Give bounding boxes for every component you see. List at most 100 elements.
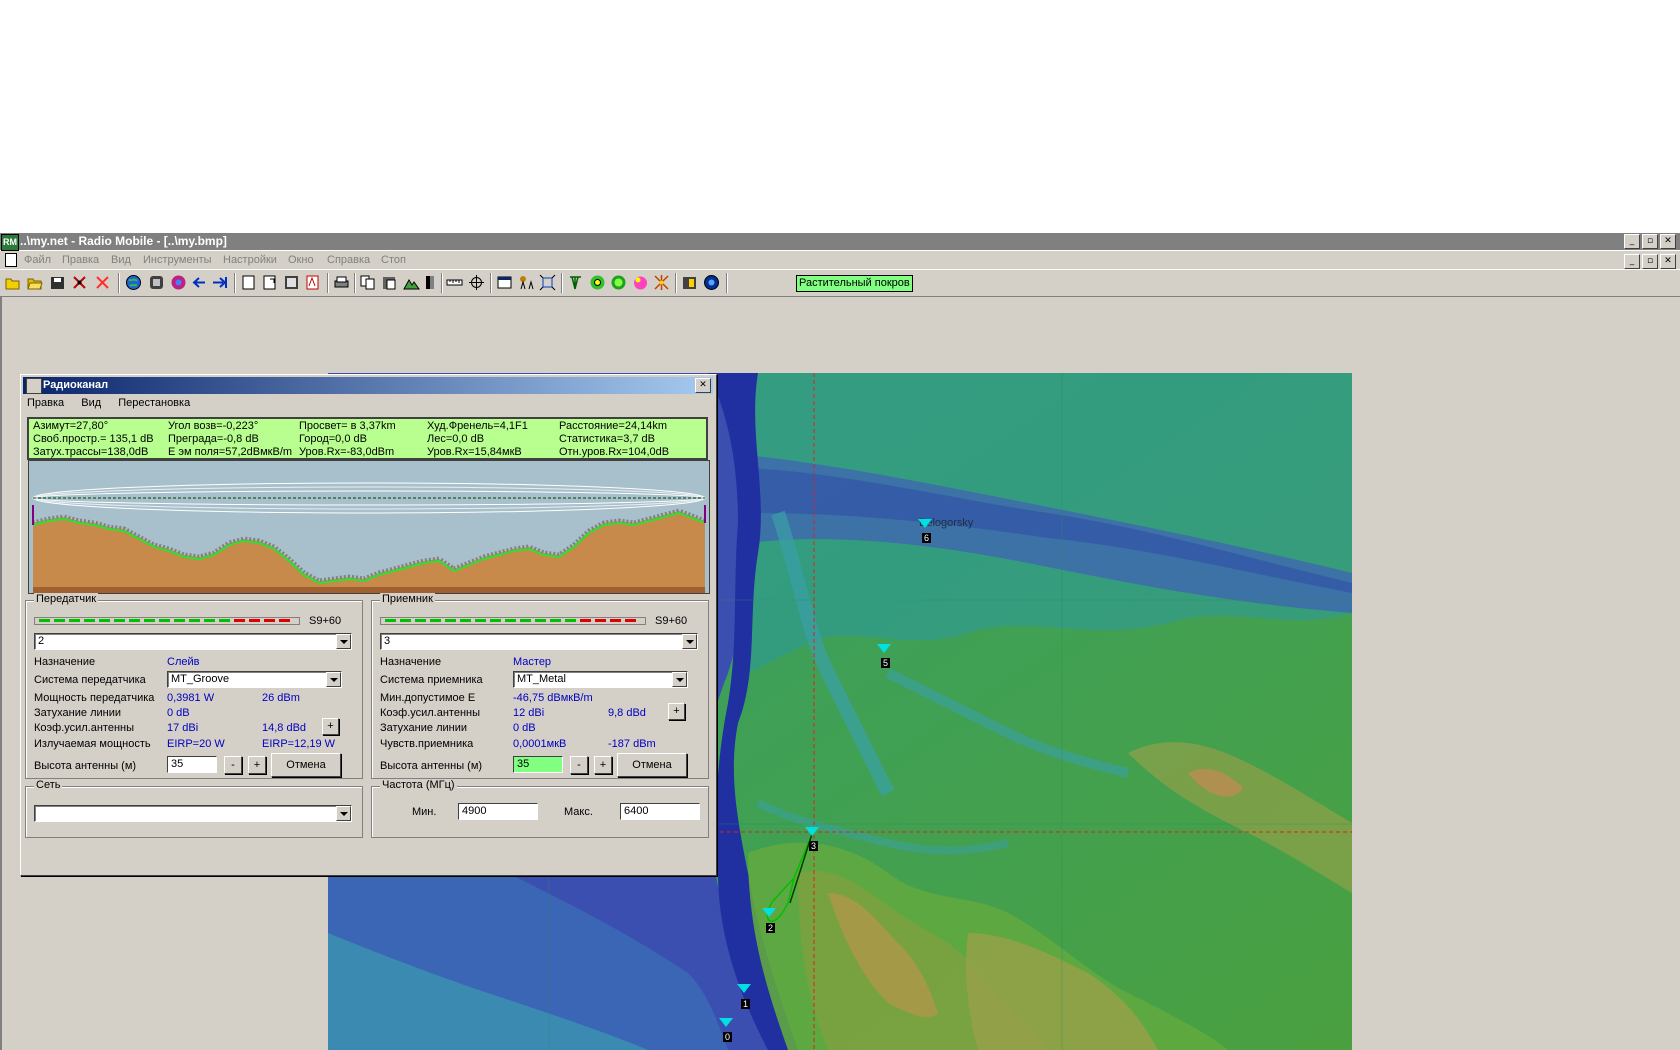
menu-settings[interactable]: Настройки <box>223 254 277 266</box>
rx-height-decrease-button[interactable]: - <box>570 756 588 774</box>
network-delete-icon[interactable] <box>94 274 111 291</box>
arrow-right-icon[interactable] <box>211 274 228 291</box>
unit-1-marker-icon[interactable] <box>737 984 751 993</box>
menu-tools[interactable]: Инструменты <box>143 254 212 266</box>
unit-0-marker-icon[interactable] <box>719 1018 733 1027</box>
rx-role-label: Назначение <box>380 656 442 668</box>
rx-antenna-add-button[interactable]: + <box>668 703 685 720</box>
dialog-menu-bar: Правка Вид Перестановка <box>27 397 204 413</box>
chevron-down-icon[interactable] <box>336 634 351 649</box>
rx-antenna-height-input[interactable]: 35 <box>513 756 563 773</box>
doc-close-icon[interactable]: ✕ <box>1660 254 1676 269</box>
tx-height-increase-button[interactable]: + <box>248 756 266 774</box>
dialog-menu-view[interactable]: Вид <box>81 397 101 409</box>
doc-restore-icon[interactable]: ▫ <box>1642 254 1658 269</box>
tx-antenna-add-button[interactable]: + <box>322 718 339 735</box>
restore-icon[interactable]: ▫ <box>1642 234 1658 249</box>
menu-edit[interactable]: Правка <box>62 254 99 266</box>
tx-role-label: Назначение <box>34 656 96 668</box>
network-select[interactable] <box>34 805 352 822</box>
receiver-group: Приемник S9+60 3 Назначение Мастер Систе… <box>371 593 709 779</box>
terrain-icon[interactable] <box>403 274 420 291</box>
transmitter-unit-select[interactable]: 2 <box>34 633 352 650</box>
menu-help[interactable]: Справка <box>327 254 370 266</box>
dialog-close-icon[interactable]: ✕ <box>695 378 711 393</box>
stat-statistics: Статистика=3,7 dB <box>559 433 655 445</box>
rx-antenna-gain-label: Коэф.усил.антенны <box>380 707 481 719</box>
picture-icon[interactable] <box>283 274 300 291</box>
menu-view[interactable]: Вид <box>111 254 131 266</box>
pdf-icon[interactable] <box>304 274 321 291</box>
radio-mobile-app-icon[interactable]: RM <box>1 234 19 251</box>
rx-height-increase-button[interactable]: + <box>594 756 612 774</box>
polar-coverage-icon[interactable] <box>610 274 627 291</box>
unit-5-marker-icon[interactable] <box>877 644 891 653</box>
vegetation-toggle-button[interactable]: Растительный покров <box>796 275 913 292</box>
receiver-unit-select[interactable]: 3 <box>380 633 698 650</box>
stat-azimuth: Азимут=27,80° <box>33 420 109 432</box>
frequency-min-input[interactable]: 4900 <box>458 803 538 820</box>
window-icon[interactable] <box>496 274 513 291</box>
tx-height-decrease-button[interactable]: - <box>224 756 242 774</box>
network-properties-icon[interactable] <box>71 274 88 291</box>
new-folder-icon[interactable] <box>4 274 21 291</box>
unit-6-marker-icon[interactable] <box>918 519 932 528</box>
rx-line-loss-value: 0 dB <box>513 722 536 734</box>
chevron-down-icon[interactable] <box>336 806 351 821</box>
doc-minimize-icon[interactable]: _ <box>1624 254 1640 269</box>
web-update-icon[interactable] <box>703 274 720 291</box>
grayscale-icon[interactable] <box>423 274 440 291</box>
globe-icon[interactable] <box>125 274 142 291</box>
frequency-max-input[interactable]: 6400 <box>620 803 700 820</box>
tx-system-select[interactable]: MT_Groove <box>167 671 342 688</box>
page-export-icon[interactable] <box>261 274 278 291</box>
rx-system-select[interactable]: MT_Metal <box>513 671 688 688</box>
dialog-menu-swap[interactable]: Перестановка <box>118 397 190 409</box>
close-icon[interactable]: ✕ <box>1660 234 1676 249</box>
transmitter-group-label: Передатчик <box>34 593 99 605</box>
dialog-title-bar[interactable]: Радиоканал ✕ <box>23 377 713 394</box>
chevron-down-icon[interactable] <box>326 672 341 687</box>
window-controls: _ ▫ ✕ <box>1624 234 1676 249</box>
map-overlay-icon[interactable] <box>170 274 187 291</box>
app-title-bar: RM ..\my.net - Radio Mobile - [..\my.bmp… <box>0 233 1680 251</box>
arrow-left-icon[interactable] <box>191 274 208 291</box>
tx-power-watts: 0,3981 W <box>167 692 215 704</box>
crosshair-icon[interactable] <box>468 274 485 291</box>
page-icon[interactable] <box>240 274 257 291</box>
tx-cancel-button[interactable]: Отмена <box>271 753 341 777</box>
terrain-profile[interactable] <box>28 460 710 594</box>
copy-icon[interactable] <box>359 274 376 291</box>
minimize-icon[interactable]: _ <box>1624 234 1640 249</box>
zoom-fit-icon[interactable] <box>539 274 556 291</box>
unit-3-marker-icon[interactable] <box>805 827 819 836</box>
unit-2-marker-icon[interactable] <box>762 908 776 917</box>
open-folder-icon[interactable] <box>26 274 43 291</box>
tx-antenna-height-input[interactable]: 35 <box>167 756 217 773</box>
rx-cancel-button[interactable]: Отмена <box>617 753 687 777</box>
tx-system-label: Система передатчика <box>34 674 146 686</box>
transmitter-unit-value: 2 <box>38 635 45 647</box>
coverage-icon[interactable] <box>589 274 606 291</box>
dialog-menu-edit[interactable]: Правка <box>27 397 64 409</box>
transmitter-group: Передатчик S9+60 2 Назначение Слейв Сист… <box>25 593 363 779</box>
radio-link-dialog: Радиоканал ✕ Правка Вид Перестановка Ази… <box>20 374 717 876</box>
frequency-max-label: Макс. <box>564 806 593 818</box>
chevron-down-icon[interactable] <box>672 672 687 687</box>
statistics-icon[interactable] <box>681 274 698 291</box>
stat-path-loss: Затух.трассы=138,0dB <box>33 446 149 458</box>
network-map-icon[interactable] <box>653 274 670 291</box>
ruler-icon[interactable] <box>446 274 463 291</box>
menu-stop[interactable]: Стоп <box>381 254 406 266</box>
document-icon[interactable] <box>5 253 17 267</box>
combined-coverage-icon[interactable] <box>632 274 649 291</box>
paste-icon[interactable] <box>381 274 398 291</box>
antenna-icon[interactable] <box>567 274 584 291</box>
menu-window[interactable]: Окно <box>288 254 314 266</box>
save-network-icon[interactable] <box>49 274 66 291</box>
radio-link-icon[interactable] <box>518 274 535 291</box>
print-icon[interactable] <box>333 274 350 291</box>
map-properties-icon[interactable] <box>148 274 165 291</box>
chevron-down-icon[interactable] <box>682 634 697 649</box>
menu-file[interactable]: Файл <box>24 254 51 266</box>
